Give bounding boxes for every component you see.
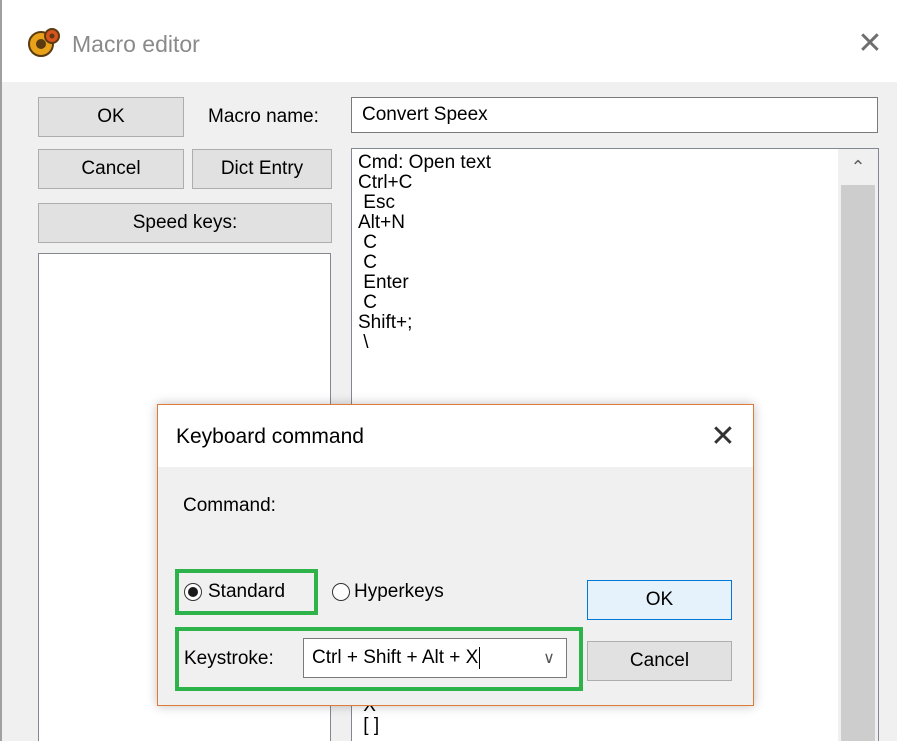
ok-button[interactable]: OK [38,97,184,137]
macro-line[interactable]: Cmd: Open text [358,153,491,173]
chevron-down-icon[interactable]: ∨ [532,639,566,677]
macro-lines: Cmd: Open text Ctrl+C Esc Alt+N C C Ente… [358,153,491,353]
macro-line[interactable]: Esc [358,193,491,213]
macro-line[interactable]: Shift+; [358,313,491,333]
keystroke-text: Ctrl + Shift + Alt + X [312,647,479,669]
macro-line[interactable]: C [358,293,491,313]
close-icon[interactable]: ✕ [703,417,743,457]
title-bar: Macro editor ✕ [2,0,897,82]
standard-radio[interactable] [184,583,202,601]
text-caret [479,647,481,669]
macro-name-input[interactable]: Convert Speex [351,97,878,133]
keystroke-combobox[interactable]: Ctrl + Shift + Alt + X ∨ [303,638,567,678]
macro-line[interactable]: [ ] [358,716,379,737]
keystroke-value: Ctrl + Shift + Alt + X [312,647,481,669]
macro-line[interactable]: \ [358,333,491,353]
macro-line[interactable]: C [358,253,491,273]
dialog-ok-button[interactable]: OK [587,580,732,620]
window-title: Macro editor [72,31,200,57]
keyboard-command-dialog: Keyboard command ✕ Command: Standard Hyp… [157,404,754,706]
scroll-thumb[interactable] [841,185,875,741]
radio-selected-dot [188,587,198,597]
macro-editor-window: Macro editor ✕ OK Macro name: Convert Sp… [0,0,897,741]
scroll-up-arrow-icon[interactable]: ⌃ [838,157,878,185]
macro-line[interactable]: Alt+N [358,213,491,233]
standard-radio-label[interactable]: Standard [208,581,285,603]
dialog-title-bar: Keyboard command ✕ [158,405,753,467]
vertical-scrollbar[interactable]: ⌃ [838,149,878,741]
keystroke-label: Keystroke: [184,648,274,669]
cancel-button[interactable]: Cancel [38,149,184,189]
macro-name-label: Macro name: [208,106,319,127]
close-icon[interactable]: ✕ [850,24,890,64]
hyperkeys-radio[interactable] [332,583,350,601]
macro-line[interactable]: C [358,233,491,253]
speed-keys-button[interactable]: Speed keys: [38,203,332,243]
dialog-title: Keyboard command [176,425,364,448]
macro-line[interactable]: Enter [358,273,491,293]
macro-line[interactable]: Ctrl+C [358,173,491,193]
command-label: Command: [183,495,276,516]
dialog-cancel-button[interactable]: Cancel [587,641,732,681]
hyperkeys-radio-label[interactable]: Hyperkeys [354,581,444,603]
dict-entry-button[interactable]: Dict Entry [192,149,332,189]
app-logo-icon [28,28,60,57]
